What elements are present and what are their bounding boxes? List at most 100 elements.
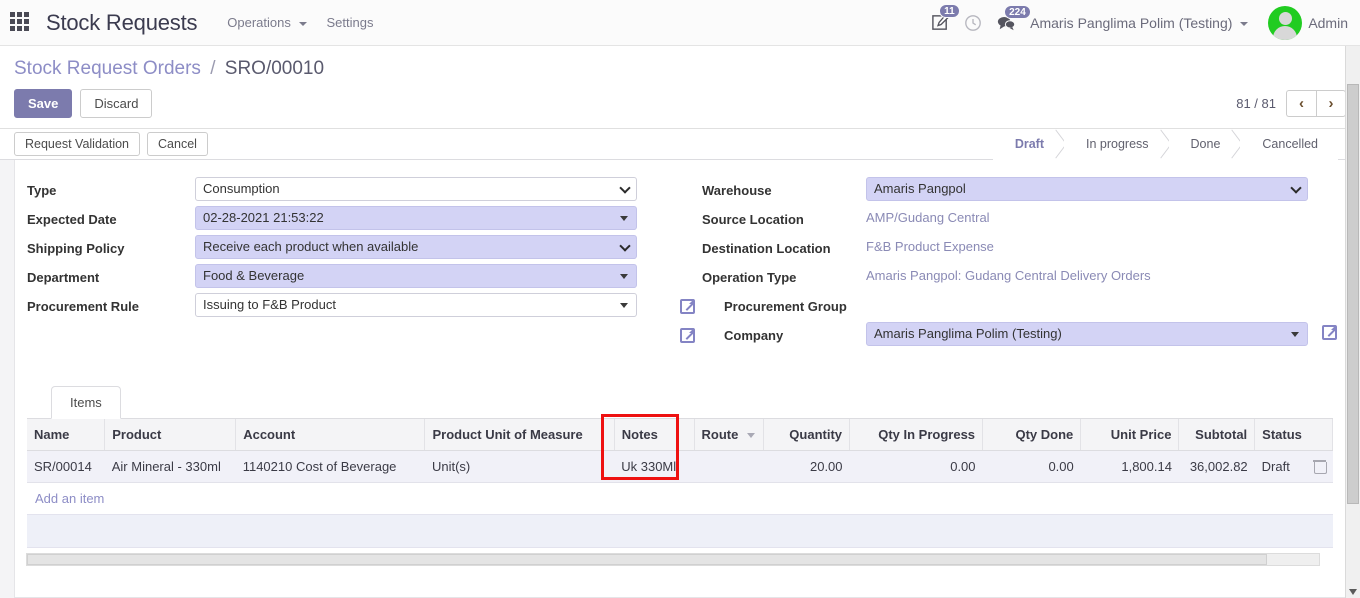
form-left-labels: Type Expected Date Shipping Policy Depar… [27, 174, 195, 350]
cell-notes[interactable]: Uk 330Ml [614, 450, 695, 483]
history-button[interactable] [964, 14, 982, 32]
horizontal-scroll-thumb[interactable] [27, 554, 1268, 565]
cancel-button[interactable]: Cancel [147, 132, 208, 156]
pager-previous-button[interactable]: ‹ [1286, 90, 1316, 117]
cell-quantity[interactable]: 20.00 [763, 450, 850, 483]
status-step-done[interactable]: Done [1168, 128, 1241, 160]
label-procurement-rule: Procurement Rule [27, 299, 139, 314]
messages-badge: 224 [1004, 4, 1031, 19]
form-sheet-wrapper: Type Expected Date Shipping Policy Depar… [0, 160, 1360, 598]
label-company: Company [680, 321, 866, 350]
breadcrumb: Stock Request Orders / SRO/00010 [0, 46, 1360, 80]
label-operation-type: Operation Type [702, 270, 797, 285]
field-shipping-policy-value: Receive each product when available [203, 239, 419, 254]
cell-status-text: Draft [1261, 459, 1290, 474]
col-qty-in-progress[interactable]: Qty In Progress [849, 419, 984, 451]
cell-account[interactable]: 1140210 Cost of Beverage [235, 450, 425, 483]
cell-qty-done[interactable]: 0.00 [982, 450, 1081, 483]
save-button[interactable]: Save [14, 89, 73, 118]
chevron-down-icon [619, 239, 631, 252]
field-company[interactable]: Amaris Panglima Polim (Testing) [866, 321, 1308, 346]
scroll-down-arrow-icon[interactable] [1349, 589, 1357, 595]
col-unit-price[interactable]: Unit Price [1080, 419, 1180, 451]
apps-grid-icon[interactable] [10, 11, 32, 34]
field-expected-date[interactable]: 02-28-2021 21:53:22 [195, 205, 637, 230]
field-destination-location-value: F&B Product Expense [866, 239, 994, 254]
company-external-link-icon[interactable] [1322, 324, 1337, 343]
menu-settings[interactable]: Settings [317, 15, 384, 30]
col-quantity[interactable]: Quantity [763, 419, 851, 451]
field-type-value: Consumption [203, 181, 280, 196]
menu-operations[interactable]: Operations [217, 15, 316, 30]
cell-status[interactable]: Draft [1254, 450, 1333, 483]
status-step-draft[interactable]: Draft [992, 128, 1064, 160]
horizontal-scrollbar[interactable] [26, 553, 1320, 566]
field-expected-date-value: 02-28-2021 21:53:22 [203, 210, 324, 225]
cell-unit-price[interactable]: 1,800.14 [1080, 450, 1179, 483]
items-table-area: Name Product Account Product Unit of Mea… [15, 419, 1345, 514]
col-account[interactable]: Account [235, 419, 426, 451]
cell-product[interactable]: Air Mineral - 330ml [104, 450, 236, 483]
field-shipping-policy[interactable]: Receive each product when available [195, 234, 637, 259]
external-link-icon[interactable] [680, 327, 696, 344]
breadcrumb-parent[interactable]: Stock Request Orders [14, 58, 201, 79]
field-warehouse[interactable]: Amaris Pangpol [866, 176, 1308, 201]
empty-footer-band [27, 514, 1333, 548]
cell-product-uom[interactable]: Unit(s) [424, 450, 615, 483]
table-row[interactable]: SR/00014 Air Mineral - 330ml 1140210 Cos… [27, 450, 1333, 483]
pager-next-button[interactable]: › [1316, 90, 1346, 117]
statusbar-row: Request Validation Cancel Draft In progr… [0, 128, 1360, 160]
field-procurement-rule-value: Issuing to F&B Product [203, 297, 336, 312]
messages-button[interactable]: 224 [996, 4, 1031, 32]
trash-icon[interactable] [1312, 459, 1327, 474]
activities-button[interactable]: 11 [931, 4, 960, 32]
vertical-scrollbar[interactable] [1345, 46, 1360, 598]
user-company-menu[interactable]: Amaris Panglima Polim (Testing) [1030, 15, 1249, 31]
col-route[interactable]: Route [694, 419, 765, 451]
pager-count: 81 / 81 [1236, 96, 1276, 111]
status-step-cancelled[interactable]: Cancelled [1240, 128, 1338, 160]
caret-down-icon [620, 302, 628, 308]
form-right-column: Warehouse Source Location Destination Lo… [680, 174, 1337, 350]
form-left-column: Type Expected Date Shipping Policy Depar… [27, 174, 680, 350]
col-name[interactable]: Name [27, 419, 106, 451]
tab-items[interactable]: Items [51, 386, 121, 419]
col-subtotal[interactable]: Subtotal [1178, 419, 1256, 451]
caret-down-icon [1291, 331, 1299, 337]
caret-down-icon [620, 273, 628, 279]
discard-button[interactable]: Discard [80, 89, 153, 118]
field-procurement-rule[interactable]: Issuing to F&B Product [195, 292, 637, 317]
col-status[interactable]: Status [1254, 419, 1333, 451]
caret-down-icon [620, 215, 628, 221]
cell-name[interactable]: SR/00014 [27, 450, 105, 483]
add-an-item-link[interactable]: Add an item [27, 483, 104, 514]
status-step-in-progress[interactable]: In progress [1063, 128, 1169, 160]
external-link-icon[interactable] [680, 298, 696, 315]
cell-route[interactable] [694, 450, 764, 483]
col-notes[interactable]: Notes [614, 419, 695, 451]
breadcrumb-separator: / [210, 58, 216, 79]
avatar [1268, 5, 1303, 40]
field-type[interactable]: Consumption [195, 176, 637, 201]
breadcrumb-current: SRO/00010 [224, 58, 325, 79]
col-product-uom[interactable]: Product Unit of Measure [424, 419, 615, 451]
vertical-scroll-thumb[interactable] [1347, 84, 1359, 504]
field-operation-type-value: Amaris Pangpol: Gudang Central Delivery … [866, 268, 1151, 283]
cell-qty-in-progress[interactable]: 0.00 [849, 450, 983, 483]
request-validation-button[interactable]: Request Validation [14, 132, 141, 156]
field-procurement-group[interactable] [866, 290, 1337, 319]
form-right-values: Amaris Pangpol AMP/Gudang Central F&B Pr… [866, 174, 1337, 350]
label-procurement-group: Procurement Group [680, 292, 866, 321]
field-source-location-value: AMP/Gudang Central [866, 210, 990, 225]
app-brand-title: Stock Requests [46, 9, 198, 35]
pager: 81 / 81 ‹ › [1236, 90, 1360, 117]
label-warehouse: Warehouse [702, 183, 772, 198]
field-department[interactable]: Food & Beverage [195, 263, 637, 288]
notebook: Items [15, 386, 1345, 419]
menu-operations-label: Operations [227, 15, 291, 30]
user-account-menu[interactable]: Admin [1262, 5, 1348, 40]
col-product[interactable]: Product [104, 419, 237, 451]
col-qty-done[interactable]: Qty Done [982, 419, 1082, 451]
chevron-down-icon [619, 181, 631, 194]
cell-subtotal[interactable]: 36,002.82 [1178, 450, 1255, 483]
